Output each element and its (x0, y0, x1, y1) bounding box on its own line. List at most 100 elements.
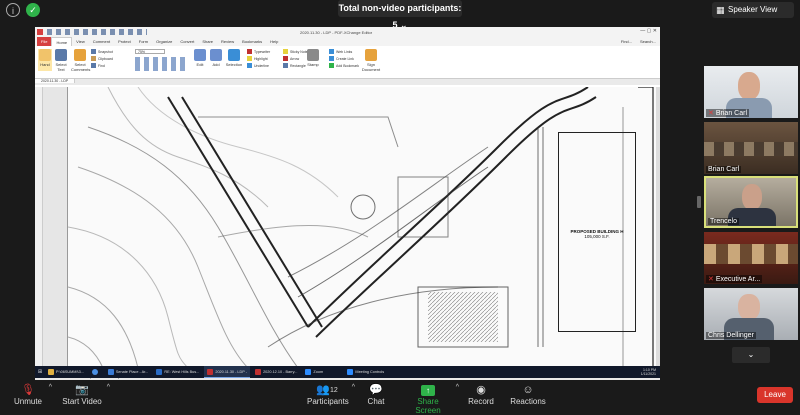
document-tab-bar: 2020.11.30 - LDP (35, 79, 660, 85)
find-tool[interactable]: Find... (617, 37, 636, 46)
taskbar-app-pdf-ldp[interactable]: 2020.11.30 - LDP - (204, 366, 251, 378)
pdf-icon (255, 369, 262, 375)
participant-tile[interactable]: ✕ Brian Carl (704, 66, 798, 118)
share-screen-button[interactable]: ↑ Share Screen ^ (405, 384, 459, 415)
sticky-note-button[interactable]: Sticky Note (283, 49, 308, 54)
selection-button[interactable]: Selection (225, 49, 243, 71)
underline-button[interactable]: Underline (247, 63, 269, 68)
search-icon (91, 63, 96, 68)
add-bookmark-button[interactable]: Add Bookmark (329, 63, 359, 68)
participant-video (704, 244, 798, 264)
chat-button[interactable]: 💬 Chat (364, 384, 388, 406)
participant-video (738, 72, 760, 100)
search-tool[interactable]: Search... (636, 37, 660, 46)
tab-share[interactable]: Share (198, 37, 217, 46)
document-tab[interactable]: 2020.11.30 - LDP (35, 79, 76, 83)
participant-name: Chris Dellinger (708, 332, 754, 339)
create-link-button[interactable]: Create Link (329, 56, 354, 61)
ribbon-tabs: File Home View Comment Protect Form Orga… (35, 37, 660, 46)
taskbar-app-chrome[interactable] (89, 366, 103, 378)
gallery-resize-handle[interactable] (697, 196, 701, 208)
folder-icon (48, 369, 54, 375)
participant-name: Executive Ar... (715, 275, 761, 283)
view-tool-grid (135, 57, 187, 71)
tab-convert[interactable]: Convert (176, 37, 198, 46)
vertical-scrollbar[interactable] (656, 87, 660, 368)
participant-tile[interactable]: Brian Carl (704, 122, 798, 174)
document-canvas[interactable]: PROPOSED BUILDING H 105,000 S.F. (35, 87, 660, 368)
chevron-up-icon[interactable]: ^ (352, 384, 355, 391)
taskbar-app-explorer[interactable]: P:\06SUMMI\3... (45, 366, 87, 378)
navigation-pane[interactable] (35, 87, 43, 368)
tab-organize[interactable]: Organize (152, 37, 176, 46)
tab-home[interactable]: Home (51, 37, 73, 46)
add-button[interactable]: Add (209, 49, 223, 71)
tab-file[interactable]: File (37, 37, 52, 46)
tab-bookmarks[interactable]: Bookmarks (238, 37, 266, 46)
tab-view[interactable]: View (72, 37, 89, 46)
participants-button[interactable]: 👥12 Participants ^ (307, 384, 355, 406)
edit-button[interactable]: Edit (193, 49, 207, 71)
tab-form[interactable]: Form (135, 37, 152, 46)
participant-tile[interactable]: Chris Dellinger (704, 288, 798, 340)
stamp-button[interactable]: Stamp (305, 49, 321, 71)
system-tray-clock[interactable]: 1:10 PM 1/11/2021 (641, 368, 660, 376)
taskbar-app-meeting-controls[interactable]: Meeting Controls (344, 366, 387, 378)
info-icon[interactable]: i (6, 3, 20, 17)
leave-button[interactable]: Leave (757, 387, 793, 403)
chevron-up-icon[interactable]: ^ (107, 384, 110, 391)
typewriter-button[interactable]: Typewriter (247, 49, 270, 54)
taskbar-app-senate-place[interactable]: Senate Place - Ar... (105, 366, 152, 378)
tab-review[interactable]: Review (217, 37, 238, 46)
chevron-down-icon: ⌄ (747, 350, 755, 359)
window-controls[interactable]: — ▢ ✕ (640, 28, 657, 34)
participant-video (742, 184, 762, 210)
participant-name: Trencelo (710, 218, 737, 225)
rectangle-button[interactable]: Rectangle (283, 63, 306, 68)
clipboard-button[interactable]: Clipboard (91, 56, 113, 61)
web-links-button[interactable]: Web Links (329, 49, 352, 54)
reactions-button[interactable]: ☺ Reactions (510, 384, 546, 406)
start-video-button[interactable]: 📷 Start Video ^ (62, 384, 110, 406)
browser-icon (107, 369, 114, 375)
underline-icon (247, 63, 252, 68)
non-video-participants-dropdown[interactable]: Total non-video participants: 5 ⌄ (338, 0, 462, 30)
text-cursor-icon (55, 49, 67, 61)
speaker-view-button[interactable]: ▦ Speaker View (712, 2, 794, 18)
zoom-app-icon (347, 369, 354, 375)
windows-start-icon[interactable]: ⊞ (35, 369, 45, 375)
stamp-icon (307, 49, 319, 61)
chevron-up-icon[interactable]: ^ (49, 384, 52, 391)
hand-tool-button[interactable]: Hand (38, 49, 52, 71)
highlight-button[interactable]: Highlight (247, 56, 268, 61)
participants-icon: 👥 (316, 384, 330, 396)
sign-document-button[interactable]: Sign Document (361, 49, 381, 72)
taskbar-app-zoom[interactable]: Zoom (302, 366, 342, 378)
arrow-button[interactable]: Arrow (283, 56, 299, 61)
unmute-button[interactable]: 🎙 Unmute ^ (12, 384, 52, 406)
find-button[interactable]: Find (91, 63, 105, 68)
taskbar-app-pdf-barry[interactable]: 2020.12.10 - Barry... (252, 366, 300, 378)
record-button[interactable]: ◉ Record (468, 384, 494, 406)
zoom-level-field[interactable]: 75% (135, 49, 165, 54)
add-icon (210, 49, 222, 61)
site-plan-page[interactable]: PROPOSED BUILDING H 105,000 S.F. (67, 87, 657, 368)
grid-icon: ▦ (716, 5, 725, 15)
tab-comment[interactable]: Comment (89, 37, 114, 46)
shield-icon[interactable]: ✓ (26, 3, 40, 17)
select-comments-button[interactable]: Select Comments (71, 49, 90, 72)
tab-help[interactable]: Help (266, 37, 282, 46)
participant-tile-active-speaker[interactable]: Trencelo (704, 176, 798, 228)
chat-icon: 💬 (369, 384, 383, 396)
quick-access-toolbar (47, 29, 147, 35)
tab-protect[interactable]: Protect (114, 37, 135, 46)
chrome-icon (91, 369, 98, 375)
taskbar-app-outlook[interactable]: RE: West Hills Bus... (153, 366, 202, 378)
gallery-scroll-down-button[interactable]: ⌄ (732, 347, 770, 363)
chevron-up-icon[interactable]: ^ (456, 384, 459, 391)
participant-tile[interactable]: ✕ Executive Ar... (704, 232, 798, 284)
select-text-button[interactable]: Select Text (54, 49, 68, 72)
selection-icon (228, 49, 240, 61)
participant-name: Brian Carl (715, 109, 747, 117)
snapshot-button[interactable]: Snapshot (91, 49, 113, 54)
